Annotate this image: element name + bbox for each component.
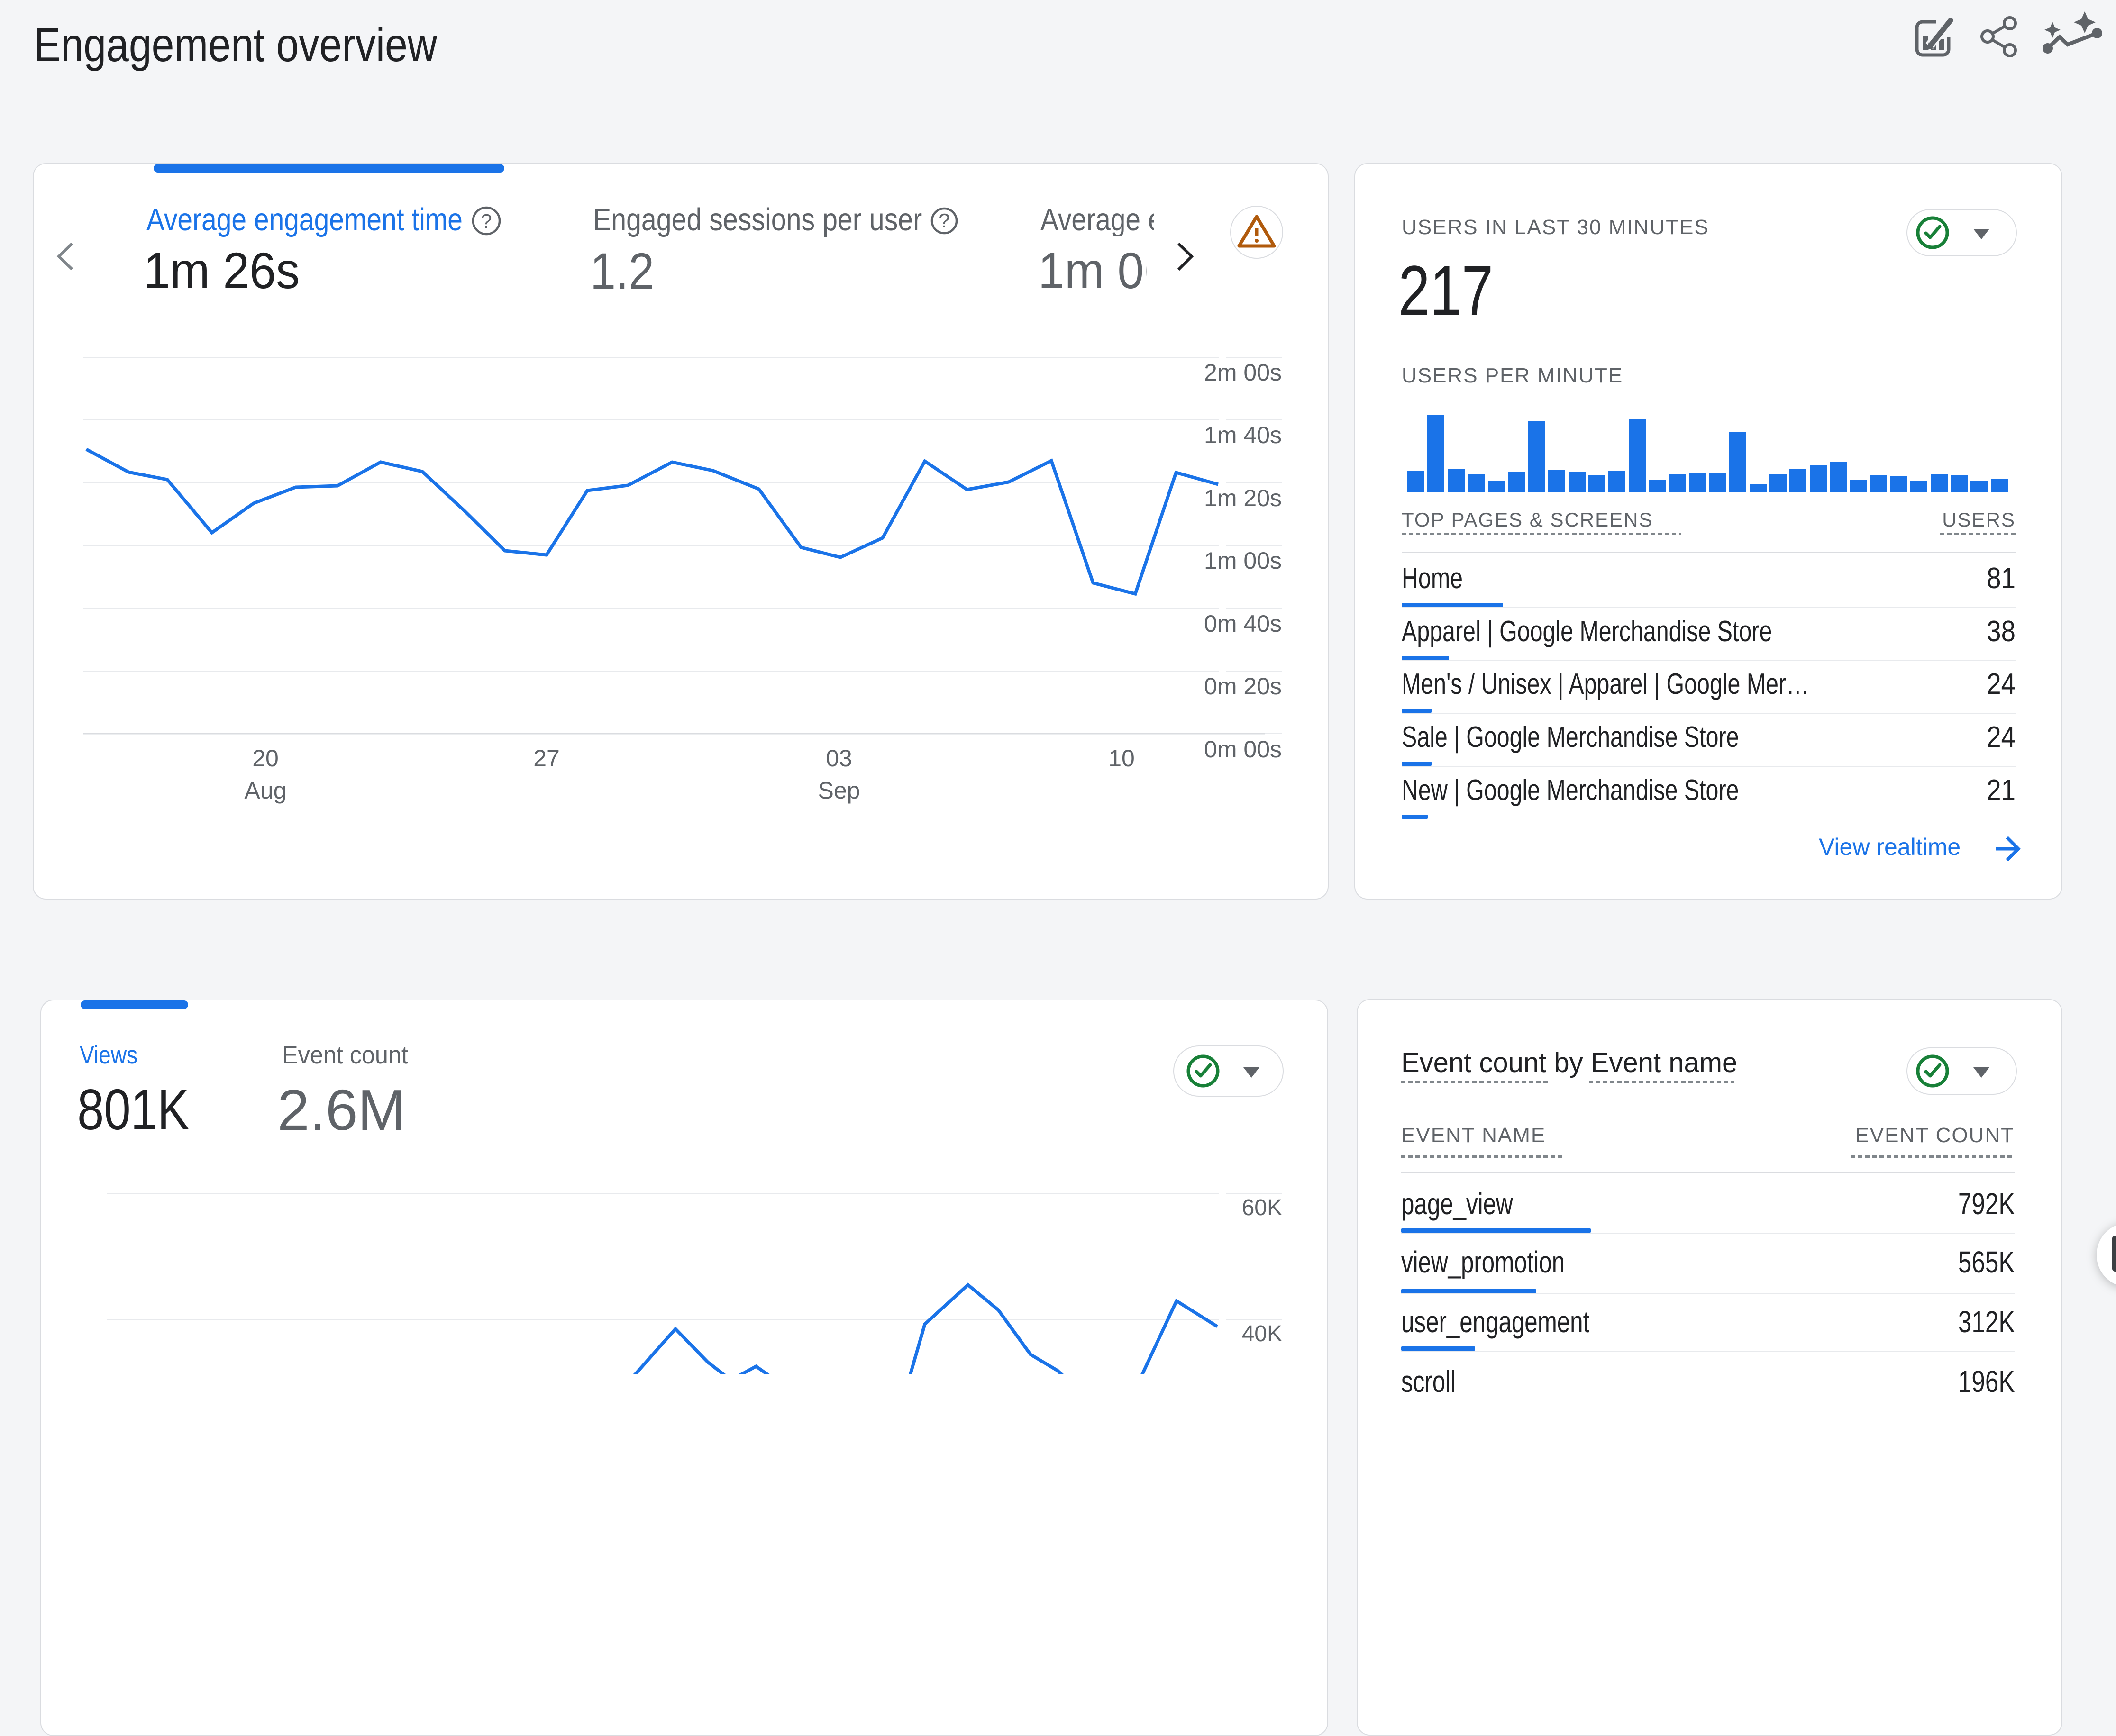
svg-text:?: ? xyxy=(939,209,949,232)
svg-text:?: ? xyxy=(481,210,492,232)
